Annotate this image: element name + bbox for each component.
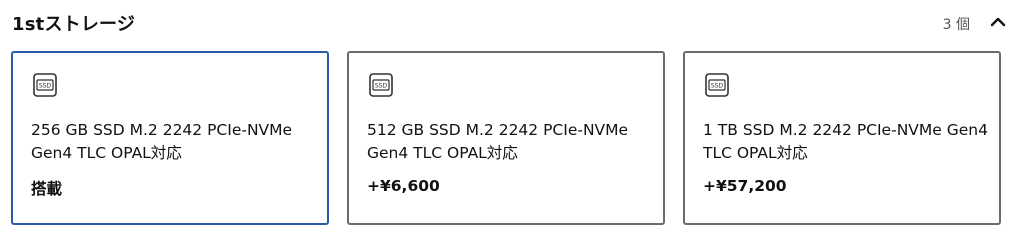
- option-name: 1 TB SSD M.2 2242 PCIe-NVMe Gen4 TLC OPA…: [703, 121, 988, 162]
- ssd-icon: SSD: [369, 73, 393, 97]
- option-price: 搭載: [31, 180, 63, 198]
- section-header: 1stストレージ 3 個: [0, 0, 1024, 44]
- option-name: 512 GB SSD M.2 2242 PCIe-NVMe Gen4 TLC O…: [367, 121, 629, 162]
- option-price: +¥57,200: [703, 177, 787, 195]
- ssd-icon: SSD: [705, 73, 729, 97]
- chevron-up-icon: [990, 17, 1006, 27]
- storage-option-512gb[interactable]: SSD 512 GB SSD M.2 2242 PCIe-NVMe Gen4 T…: [347, 51, 665, 225]
- storage-section: 1stストレージ 3 個 SSD 256 GB SSD M.2 2242 PCI…: [0, 0, 1024, 246]
- option-name: 256 GB SSD M.2 2242 PCIe-NVMe Gen4 TLC O…: [31, 121, 293, 162]
- ssd-icon: SSD: [33, 73, 57, 97]
- option-count: 3 個: [942, 17, 970, 33]
- storage-option-256gb[interactable]: SSD 256 GB SSD M.2 2242 PCIe-NVMe Gen4 T…: [11, 51, 329, 225]
- storage-option-1tb[interactable]: SSD 1 TB SSD M.2 2242 PCIe-NVMe Gen4 TLC…: [683, 51, 1001, 225]
- option-price: +¥6,600: [367, 177, 440, 195]
- svg-text:SSD: SSD: [375, 83, 388, 90]
- section-title: 1stストレージ: [12, 14, 136, 35]
- svg-text:SSD: SSD: [39, 83, 52, 90]
- collapse-button[interactable]: [984, 8, 1012, 36]
- svg-text:SSD: SSD: [711, 83, 724, 90]
